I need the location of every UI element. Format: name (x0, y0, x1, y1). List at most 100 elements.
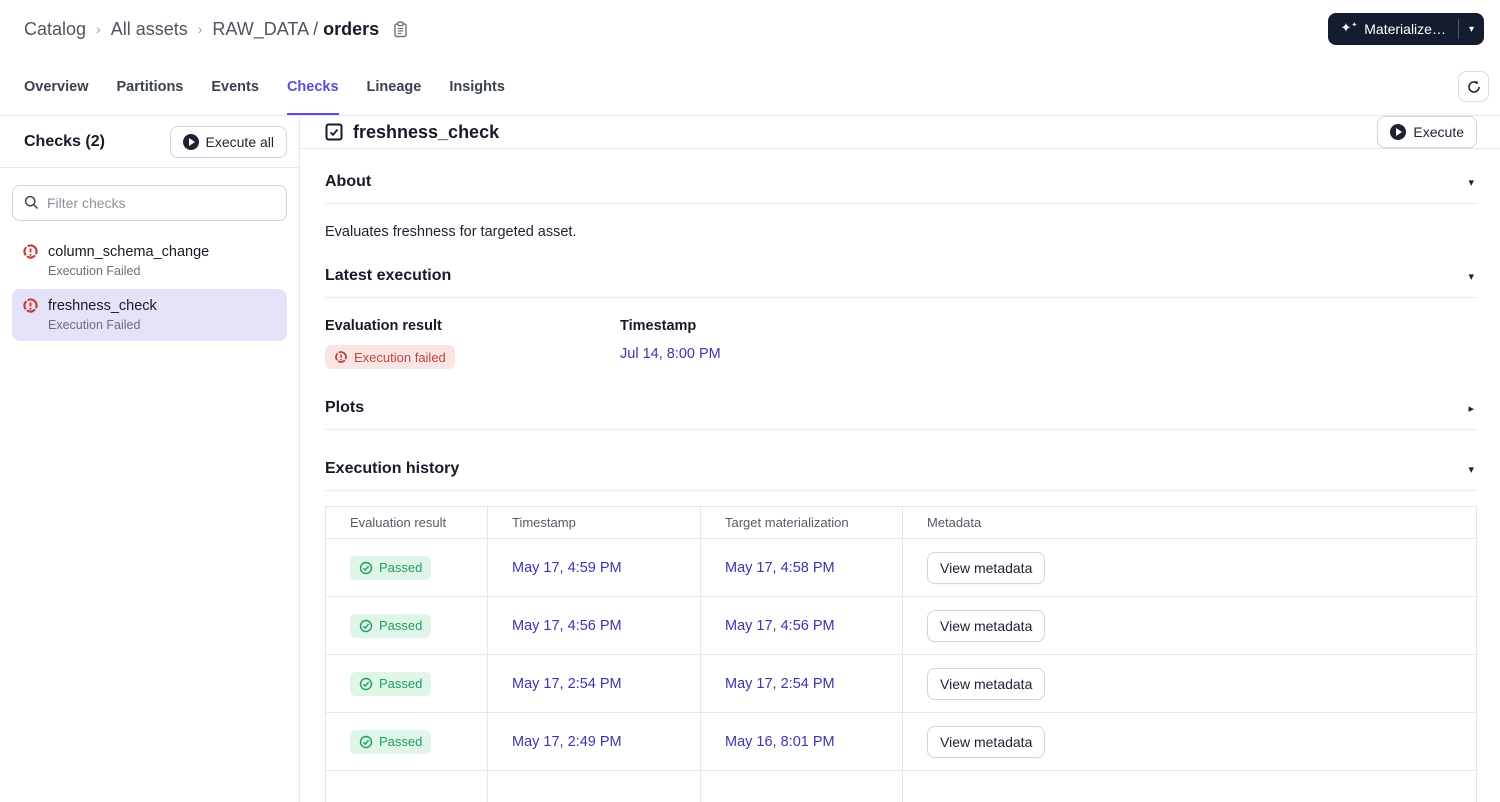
chevron-right-icon: › (197, 21, 203, 37)
execution-history-title: Execution history (325, 460, 460, 477)
row-timestamp-link[interactable]: May 17, 4:59 PM (512, 560, 622, 576)
check-detail-header: freshness_check Execute (300, 116, 1500, 149)
passed-badge: Passed (350, 729, 432, 754)
latest-execution-title: Latest execution (325, 267, 452, 284)
table-row: Passed May 17, 4:56 PM May 17, 4:56 PM V… (326, 597, 1476, 655)
col-header-timestamp: Timestamp (488, 507, 701, 538)
execution-failed-icon (335, 351, 347, 363)
check-name: freshness_check (48, 297, 157, 314)
view-metadata-button[interactable]: View metadata (927, 551, 1046, 584)
passed-badge-label: Passed (379, 618, 423, 633)
tab-lineage[interactable]: Lineage (367, 58, 422, 115)
execution-failed-badge: Execution failed (325, 345, 455, 369)
table-row-partial (326, 771, 1476, 802)
materialize-dropdown-button[interactable]: ▾ (1459, 13, 1484, 45)
check-list-item-freshness-check[interactable]: freshness_check Execution Failed (12, 289, 287, 341)
view-metadata-button[interactable]: View metadata (927, 667, 1046, 700)
checks-sidebar: Checks (2) Execute all column_schema_cha… (0, 116, 300, 802)
plots-section-header[interactable]: Plots ▸ (325, 399, 1477, 417)
row-target-materialization-link[interactable]: May 16, 8:01 PM (725, 734, 835, 750)
latest-execution-grid: Evaluation result Execution failed Times… (325, 318, 1477, 369)
execution-history-section-header[interactable]: Execution history ▾ (325, 460, 1477, 478)
divider (325, 490, 1477, 491)
top-bar: Catalog › All assets › RAW_DATA / orders… (0, 0, 1500, 58)
view-metadata-button[interactable]: View metadata (927, 609, 1046, 642)
copy-clipboard-icon[interactable] (393, 21, 408, 38)
breadcrumb-asset: RAW_DATA / orders (212, 19, 379, 40)
refresh-button[interactable] (1458, 71, 1489, 102)
check-title: freshness_check (353, 121, 500, 142)
table-row: Passed May 17, 4:59 PM May 17, 4:58 PM V… (326, 539, 1476, 597)
row-timestamp-link[interactable]: May 17, 2:54 PM (512, 676, 622, 692)
row-target-materialization-link[interactable]: May 17, 2:54 PM (725, 676, 835, 692)
checks-list: column_schema_change Execution Failed fr… (0, 235, 299, 341)
check-circle-icon (359, 735, 373, 748)
check-status: Execution Failed (48, 318, 141, 332)
passed-badge-label: Passed (379, 560, 423, 575)
passed-badge: Passed (350, 555, 432, 580)
tab-partitions[interactable]: Partitions (117, 58, 184, 115)
check-list-item-column-schema-change[interactable]: column_schema_change Execution Failed (12, 235, 287, 287)
chevron-down-icon: ▾ (1468, 23, 1474, 35)
sparkle-icon: ✦✦ (1340, 20, 1358, 35)
row-target-materialization-link[interactable]: May 17, 4:58 PM (725, 560, 835, 576)
tab-insights[interactable]: Insights (449, 58, 505, 115)
execution-history-table: Evaluation result Timestamp Target mater… (325, 506, 1477, 802)
play-icon (182, 133, 199, 150)
execute-button[interactable]: Execute (1377, 116, 1477, 148)
plots-title: Plots (325, 399, 365, 416)
divider (325, 297, 1477, 298)
check-circle-icon (359, 677, 373, 690)
chevron-down-icon[interactable]: ▾ (1468, 270, 1477, 283)
check-circle-icon (359, 619, 373, 632)
asset-tabs: Overview Partitions Events Checks Lineag… (24, 58, 505, 115)
table-header-row: Evaluation result Timestamp Target mater… (326, 507, 1476, 539)
checks-count-title: Checks (2) (24, 132, 105, 150)
col-header-evaluation-result: Evaluation result (326, 507, 488, 538)
row-timestamp-link[interactable]: May 17, 4:56 PM (512, 618, 622, 634)
filter-checks-input[interactable] (12, 185, 287, 221)
about-section-header[interactable]: About ▾ (325, 173, 1477, 191)
breadcrumb-catalog[interactable]: Catalog (24, 19, 86, 40)
about-description: Evaluates freshness for targeted asset. (325, 224, 577, 240)
chevron-right-icon[interactable]: ▸ (1468, 402, 1477, 415)
latest-execution-section-header[interactable]: Latest execution ▾ (325, 267, 1477, 285)
passed-badge: Passed (350, 671, 432, 696)
check-detail-body: About ▾ Evaluates freshness for targeted… (300, 149, 1500, 802)
breadcrumb-all-assets[interactable]: All assets (111, 19, 188, 40)
view-metadata-button[interactable]: View metadata (927, 725, 1046, 758)
table-row: Passed May 17, 2:54 PM May 17, 2:54 PM V… (326, 655, 1476, 713)
filter-checks-wrap (0, 168, 299, 235)
breadcrumb: Catalog › All assets › RAW_DATA / orders (24, 19, 408, 40)
passed-badge-label: Passed (379, 734, 423, 749)
checks-sidebar-header: Checks (2) Execute all (0, 116, 299, 168)
check-circle-icon (359, 561, 373, 574)
passed-badge-label: Passed (379, 676, 423, 691)
tab-overview[interactable]: Overview (24, 58, 89, 115)
execution-failed-badge-label: Execution failed (354, 349, 446, 365)
tab-events[interactable]: Events (211, 58, 259, 115)
materialize-button-label: Materialize… (1364, 21, 1446, 37)
timestamp-label: Timestamp (620, 318, 697, 334)
divider (325, 203, 1477, 204)
table-row: Passed May 17, 2:49 PM May 16, 8:01 PM V… (326, 713, 1476, 771)
about-title: About (325, 173, 372, 190)
tab-checks[interactable]: Checks (286, 58, 339, 115)
row-timestamp-link[interactable]: May 17, 2:49 PM (512, 734, 622, 750)
evaluation-result-label: Evaluation result (325, 318, 442, 334)
check-status: Execution Failed (48, 264, 141, 278)
execute-all-button[interactable]: Execute all (169, 125, 287, 158)
play-icon (1390, 124, 1407, 140)
materialize-button[interactable]: ✦✦ Materialize… (1328, 13, 1457, 45)
chevron-down-icon[interactable]: ▾ (1468, 463, 1477, 476)
execute-all-label: Execute all (205, 133, 274, 150)
asset-tabs-bar: Overview Partitions Events Checks Lineag… (0, 58, 1500, 116)
col-header-metadata: Metadata (927, 515, 982, 530)
asset-group-prefix[interactable]: RAW_DATA / (212, 19, 318, 39)
chevron-down-icon[interactable]: ▾ (1468, 176, 1477, 189)
row-target-materialization-link[interactable]: May 17, 4:56 PM (725, 618, 835, 634)
execute-label: Execute (1413, 124, 1464, 140)
latest-execution-timestamp-link[interactable]: Jul 14, 8:00 PM (620, 346, 721, 362)
col-header-target-materialization: Target materialization (701, 507, 903, 538)
check-name: column_schema_change (48, 243, 210, 260)
